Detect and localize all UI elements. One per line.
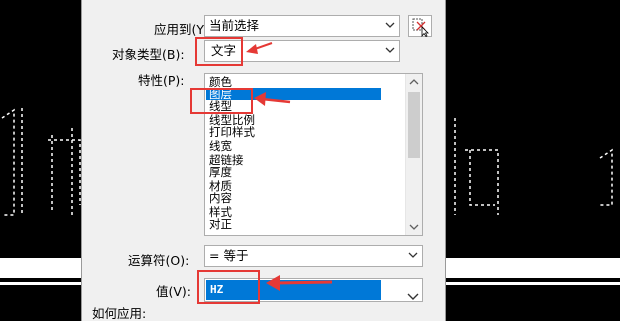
annotation-arrows: [246, 42, 333, 291]
